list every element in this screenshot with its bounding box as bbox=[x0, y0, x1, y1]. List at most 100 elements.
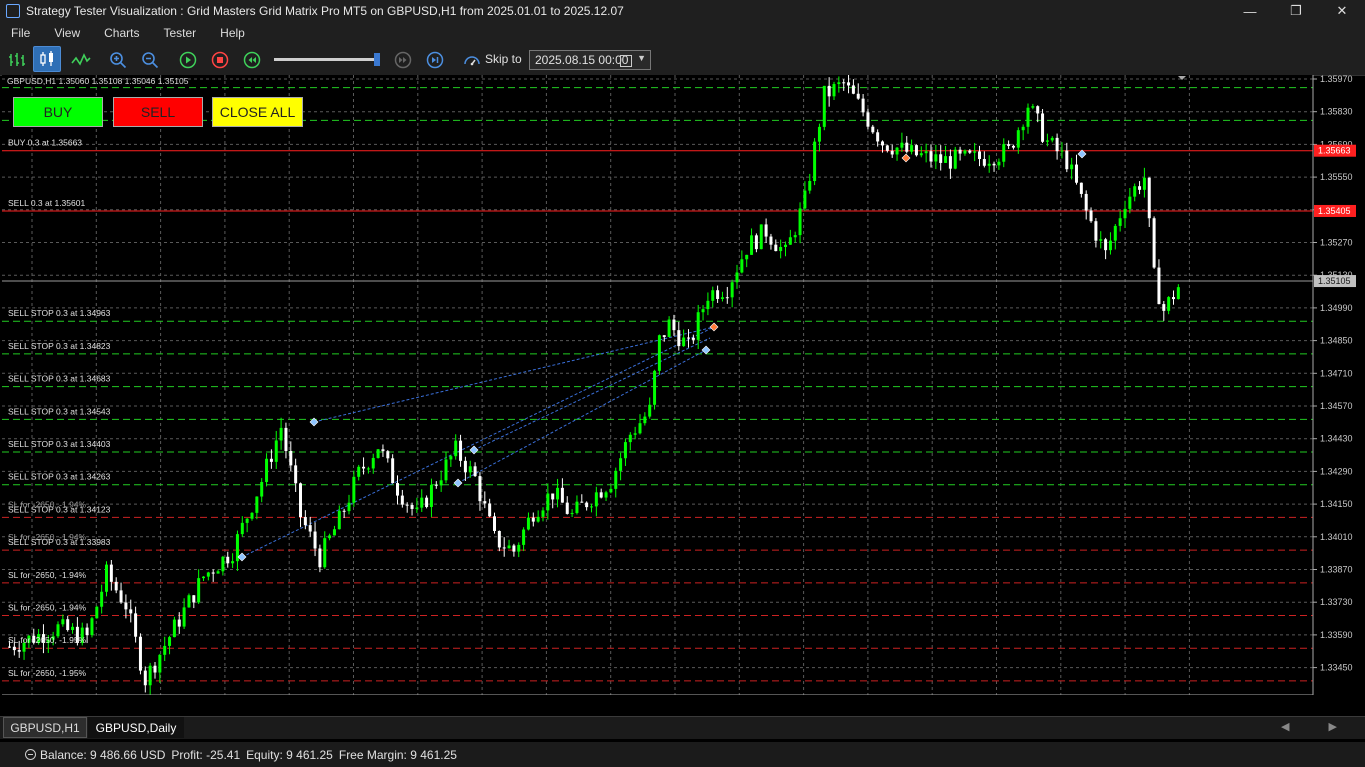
menu-view[interactable]: View bbox=[54, 26, 80, 40]
candle-body bbox=[100, 591, 104, 607]
tab-gbpusd-h1[interactable]: GBPUSD,H1 bbox=[3, 717, 87, 738]
candle-body bbox=[924, 151, 928, 154]
order-label: SL for -2650, -1.94% bbox=[8, 603, 87, 613]
candle-body bbox=[71, 626, 75, 631]
play-icon[interactable] bbox=[177, 49, 199, 71]
candle-body bbox=[682, 337, 686, 347]
candle-body bbox=[565, 502, 569, 514]
candle-body bbox=[522, 529, 526, 545]
candle-body bbox=[541, 510, 545, 517]
candle-body bbox=[643, 416, 647, 424]
candle-body bbox=[497, 530, 501, 548]
candle-body bbox=[944, 156, 948, 163]
candlestick-icon[interactable] bbox=[33, 46, 61, 72]
candle-body bbox=[546, 493, 550, 511]
price-tick-label: 1.35970 bbox=[1320, 75, 1353, 84]
candle-body bbox=[420, 497, 424, 508]
title-bar: Strategy Tester Visualization : Grid Mas… bbox=[0, 0, 1365, 22]
fast-forward-icon[interactable] bbox=[392, 49, 414, 71]
candle-body bbox=[638, 423, 642, 434]
menu-help[interactable]: Help bbox=[220, 26, 245, 40]
candle-body bbox=[61, 619, 65, 625]
tab-scroll-arrows[interactable]: ◀ ▶ bbox=[1281, 720, 1355, 733]
close-button[interactable]: ✕ bbox=[1319, 0, 1365, 22]
candle-body bbox=[769, 236, 773, 245]
candle-body bbox=[866, 112, 870, 127]
candle-body bbox=[299, 483, 302, 518]
candle-body bbox=[342, 510, 346, 512]
candle-body bbox=[1113, 225, 1117, 241]
candle-body bbox=[696, 312, 700, 340]
price-chart[interactable]: BUY 0.3 at 1.35663 SELL 0.3 at 1.35601 SEL… bbox=[0, 75, 1365, 695]
menu-tester[interactable]: Tester bbox=[163, 26, 196, 40]
skip-to-icon[interactable] bbox=[461, 49, 483, 71]
profit-text: Profit: -25.41 bbox=[171, 747, 241, 762]
rewind-icon[interactable] bbox=[241, 49, 263, 71]
candle-body bbox=[968, 150, 972, 153]
status-bar: Balance: 9 486.66 USD Profit: -25.41 Equ… bbox=[0, 742, 1365, 767]
candle-body bbox=[182, 607, 186, 627]
candle-body bbox=[832, 84, 836, 97]
speed-slider-thumb[interactable] bbox=[374, 53, 380, 66]
zoom-in-icon[interactable] bbox=[107, 49, 129, 71]
candle-body bbox=[890, 150, 894, 155]
bar-chart-icon[interactable] bbox=[6, 49, 28, 71]
candle-body bbox=[337, 510, 341, 530]
candle-body bbox=[982, 159, 986, 166]
candle-body bbox=[701, 309, 705, 313]
calendar-icon[interactable] bbox=[620, 55, 632, 67]
collapse-icon[interactable] bbox=[25, 749, 36, 760]
candle-body bbox=[536, 516, 540, 522]
minimize-button[interactable]: — bbox=[1227, 0, 1273, 22]
skip-forward-icon[interactable] bbox=[424, 49, 446, 71]
order-label: SELL STOP 0.3 at 1.34823 bbox=[8, 341, 111, 351]
chevron-down-icon[interactable]: ▼ bbox=[637, 53, 646, 63]
candle-body bbox=[502, 547, 506, 549]
buy-button[interactable]: BUY bbox=[13, 97, 103, 127]
candle-body bbox=[725, 297, 729, 299]
zoom-out-icon[interactable] bbox=[139, 49, 161, 71]
close-all-button[interactable]: CLOSE ALL bbox=[212, 97, 303, 127]
candle-body bbox=[657, 335, 661, 371]
candle-body bbox=[240, 522, 244, 535]
tab-gbpusd-daily[interactable]: GBPUSD,Daily bbox=[88, 717, 184, 738]
candle-body bbox=[619, 458, 623, 471]
candle-body bbox=[1138, 186, 1142, 190]
candle-body bbox=[784, 244, 787, 247]
menu-bar: File View Charts Tester Help bbox=[0, 22, 1365, 44]
candle-body bbox=[478, 476, 482, 502]
price-tick-label: 1.34570 bbox=[1320, 401, 1353, 411]
price-tick-label: 1.35270 bbox=[1320, 238, 1353, 248]
candle-body bbox=[1060, 150, 1064, 152]
candle-body bbox=[1118, 218, 1122, 226]
stop-icon[interactable] bbox=[209, 49, 231, 71]
maximize-button[interactable]: ❐ bbox=[1273, 0, 1319, 22]
price-tick-label: 1.34430 bbox=[1320, 434, 1353, 444]
candle-body bbox=[653, 370, 657, 405]
menu-charts[interactable]: Charts bbox=[104, 26, 139, 40]
candle-body bbox=[910, 145, 914, 152]
balance-text: Balance: 9 486.66 USD bbox=[40, 747, 166, 762]
candle-body bbox=[881, 141, 884, 146]
sell-button[interactable]: SELL bbox=[113, 97, 203, 127]
free-margin-text: Free Margin: 9 461.25 bbox=[338, 747, 457, 762]
candle-body bbox=[716, 290, 720, 299]
candle-body bbox=[793, 235, 797, 238]
price-marker-label: 1.35405 bbox=[1318, 206, 1351, 216]
candle-body bbox=[570, 513, 574, 515]
menu-file[interactable]: File bbox=[11, 26, 30, 40]
price-tick-label: 1.34710 bbox=[1320, 368, 1353, 378]
candle-body bbox=[303, 517, 307, 526]
line-chart-icon[interactable] bbox=[70, 49, 92, 71]
candle-body bbox=[138, 636, 142, 671]
skip-date-input[interactable]: 2025.08.15 00:00 ▼ bbox=[529, 50, 651, 70]
candle-body bbox=[376, 449, 380, 458]
candle-body bbox=[105, 564, 108, 592]
candle-body bbox=[1075, 164, 1078, 183]
candle-body bbox=[1026, 107, 1030, 127]
speed-slider-track[interactable] bbox=[274, 58, 378, 61]
candle-body bbox=[851, 85, 855, 94]
app-icon bbox=[6, 4, 20, 18]
candle-body bbox=[1070, 164, 1074, 170]
price-tick-label: 1.33450 bbox=[1320, 663, 1353, 673]
